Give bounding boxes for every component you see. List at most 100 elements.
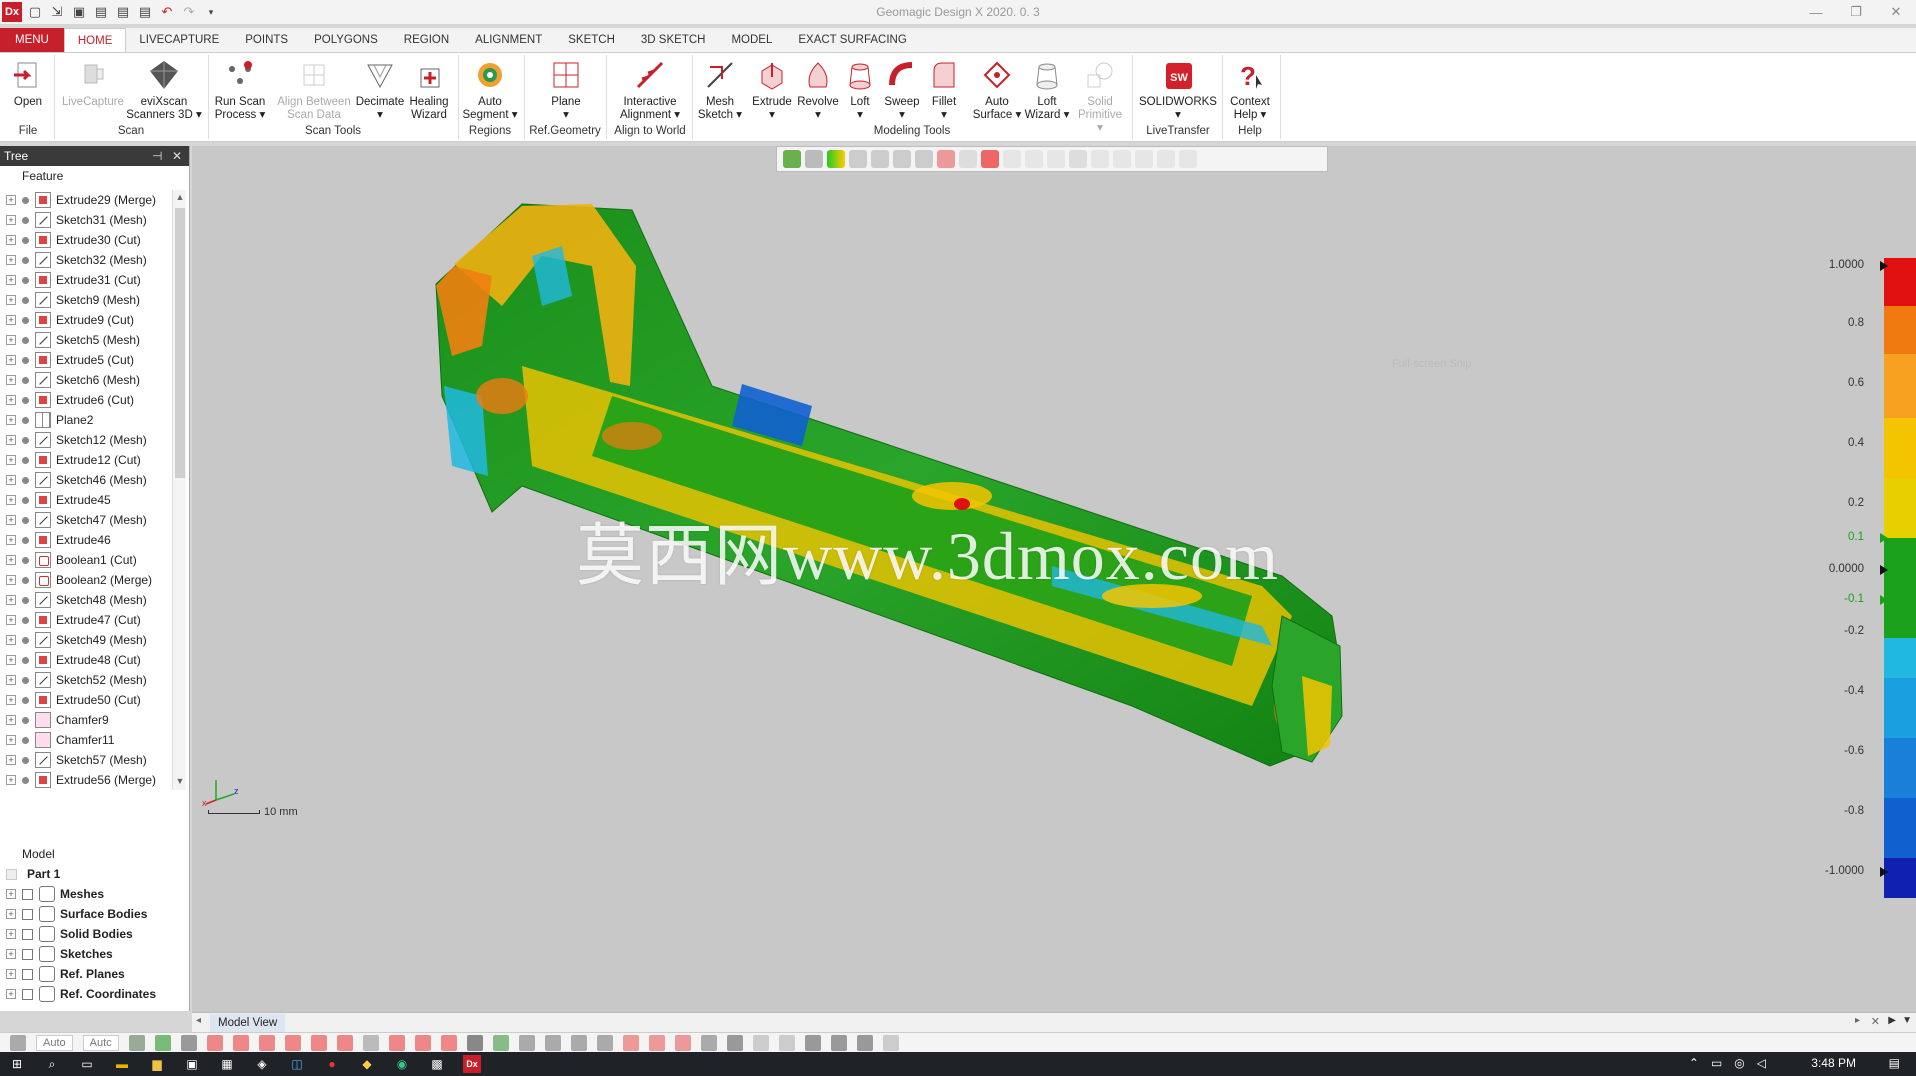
feature-tree-row[interactable]: + Extrude48 (Cut) — [0, 650, 172, 670]
expand-icon[interactable]: + — [6, 615, 16, 625]
model-viewport[interactable]: 莫西网www.3dmox.com Full-screen Snip x z 10… — [192, 146, 1916, 1012]
app-icon-4[interactable]: ● — [323, 1055, 341, 1073]
expand-icon[interactable]: + — [6, 735, 16, 745]
visibility-checkbox[interactable] — [22, 908, 33, 920]
visibility-dot-icon[interactable] — [22, 276, 29, 284]
expand-icon[interactable]: + — [6, 655, 16, 665]
loft-button[interactable]: Loft ▾ — [840, 59, 880, 129]
feature-tree-row[interactable]: + Extrude31 (Cut) — [0, 270, 172, 290]
legend-pointer-icon[interactable] — [1880, 565, 1888, 575]
expand-icon[interactable]: + — [6, 495, 16, 505]
scroll-up-icon[interactable]: ▲ — [175, 192, 185, 204]
feature-tree-row[interactable]: + Extrude5 (Cut) — [0, 350, 172, 370]
visibility-dot-icon[interactable] — [22, 716, 29, 724]
pin-icon[interactable]: ⊣ — [152, 146, 162, 166]
close-icon[interactable]: ✕ — [1876, 0, 1916, 24]
visibility-dot-icon[interactable] — [22, 376, 29, 384]
auto-segment-button[interactable]: Auto Segment ▾ — [462, 59, 518, 129]
tab-alignment[interactable]: ALIGNMENT — [462, 28, 555, 52]
part-row[interactable]: Part 1 — [0, 864, 190, 884]
filter-vector-icon[interactable] — [440, 1034, 457, 1051]
visibility-dot-icon[interactable] — [22, 776, 29, 784]
sensor-icon[interactable] — [856, 1034, 873, 1051]
legend-pointer-icon[interactable] — [1880, 595, 1888, 605]
tree-scrollbar[interactable]: ▲ ▼ — [172, 190, 186, 790]
search-icon[interactable]: ⌕ — [43, 1055, 61, 1073]
file-explorer-icon[interactable]: ▆ — [148, 1055, 166, 1073]
clock[interactable]: 3:48 PM — [1811, 1056, 1856, 1070]
loft-wizard-button[interactable]: Loft Wizard ▾ — [1022, 59, 1072, 129]
auto-surface-button[interactable]: Auto Surface ▾ — [972, 59, 1022, 129]
visibility-dot-icon[interactable] — [22, 296, 29, 304]
filter-mesh-icon[interactable] — [128, 1034, 145, 1051]
tab-exact-surfacing[interactable]: EXACT SURFACING — [785, 28, 919, 52]
visibility-dot-icon[interactable] — [22, 236, 29, 244]
model-tree-row[interactable]: + Ref. Coordinates — [0, 984, 190, 1004]
import-icon[interactable]: ⇲ — [48, 3, 66, 21]
filter-face-icon[interactable] — [232, 1034, 249, 1051]
filter-combo-2[interactable]: Autc — [82, 1034, 119, 1051]
view-cut-icon[interactable] — [674, 1034, 691, 1051]
feature-tree-row[interactable]: + Sketch31 (Mesh) — [0, 210, 172, 230]
windows-start-icon[interactable]: ⊞ — [8, 1055, 26, 1073]
measure-icon[interactable] — [726, 1034, 743, 1051]
feature-tree-row[interactable]: + Plane2 — [0, 410, 172, 430]
tab-list-icon[interactable]: ▶ — [1888, 1015, 1896, 1026]
expand-icon[interactable]: + — [6, 929, 16, 939]
folder2-icon[interactable]: ▤ — [136, 3, 154, 21]
visibility-dot-icon[interactable] — [22, 336, 29, 344]
expand-icon[interactable]: + — [6, 375, 16, 385]
panel-close-icon[interactable]: ✕ — [172, 146, 182, 166]
expand-icon[interactable]: + — [6, 889, 16, 899]
visibility-dot-icon[interactable] — [22, 476, 29, 484]
lock-icon[interactable] — [752, 1034, 769, 1051]
visibility-dot-icon[interactable] — [22, 356, 29, 364]
redo-icon[interactable]: ↷ — [180, 3, 198, 21]
tab-region[interactable]: REGION — [391, 28, 462, 52]
notifications-icon[interactable]: ▤ — [1889, 1056, 1900, 1070]
app-icon-1[interactable]: ▬ — [113, 1055, 131, 1073]
feature-tree-row[interactable]: + Sketch32 (Mesh) — [0, 250, 172, 270]
feature-tree-row[interactable]: + Sketch9 (Mesh) — [0, 290, 172, 310]
select-tool-icon[interactable] — [10, 1034, 26, 1051]
run-scan-process-button[interactable]: Run Scan Process ▾ — [212, 59, 268, 129]
model-tree-row[interactable]: + Meshes — [0, 884, 190, 904]
visibility-dot-icon[interactable] — [22, 676, 29, 684]
feature-tree-row[interactable]: + Extrude46 — [0, 530, 172, 550]
visibility-dot-icon[interactable] — [22, 696, 29, 704]
feature-tree-row[interactable]: + Sketch48 (Mesh) — [0, 590, 172, 610]
visibility-dot-icon[interactable] — [22, 256, 29, 264]
feature-tree-row[interactable]: + Sketch12 (Mesh) — [0, 430, 172, 450]
visibility-dot-icon[interactable] — [22, 736, 29, 744]
feature-tree-row[interactable]: + Extrude47 (Cut) — [0, 610, 172, 630]
tab-home[interactable]: HOME — [63, 28, 127, 52]
expand-icon[interactable]: + — [6, 515, 16, 525]
app-icon-6[interactable]: ◉ — [393, 1055, 411, 1073]
expand-icon[interactable]: + — [6, 195, 16, 205]
visibility-dot-icon[interactable] — [22, 556, 29, 564]
feature-tree-row[interactable]: + Sketch49 (Mesh) — [0, 630, 172, 650]
part-checkbox[interactable] — [6, 868, 17, 880]
expand-icon[interactable]: + — [6, 235, 16, 245]
cmd-icon[interactable]: ▣ — [183, 1055, 201, 1073]
feature-tree-row[interactable]: + Extrude9 (Cut) — [0, 310, 172, 330]
feature-tree-row[interactable]: + Extrude29 (Merge) — [0, 190, 172, 210]
minimize-icon[interactable]: — — [1796, 0, 1836, 24]
visibility-dot-icon[interactable] — [22, 596, 29, 604]
expand-icon[interactable]: + — [6, 989, 16, 999]
expand-icon[interactable]: + — [6, 775, 16, 785]
visibility-dot-icon[interactable] — [22, 756, 29, 764]
legend-pointer-icon[interactable] — [1880, 261, 1888, 271]
tray-network-icon[interactable]: ◎ — [1734, 1056, 1744, 1070]
copy-icon[interactable] — [778, 1034, 795, 1051]
model-view-tab[interactable]: Model View — [210, 1014, 286, 1032]
tab-sketch[interactable]: SKETCH — [555, 28, 628, 52]
quick-access-dropdown-icon[interactable]: ▾ — [202, 3, 220, 21]
feature-tree-row[interactable]: + Sketch47 (Mesh) — [0, 510, 172, 530]
feature-tree-row[interactable]: + Extrude30 (Cut) — [0, 230, 172, 250]
filter-point-icon[interactable] — [388, 1034, 405, 1051]
feature-tree-row[interactable]: + Sketch46 (Mesh) — [0, 470, 172, 490]
design-x-taskbar-icon[interactable]: Dx — [463, 1055, 481, 1073]
visibility-checkbox[interactable] — [22, 968, 33, 980]
expand-icon[interactable]: + — [6, 415, 16, 425]
